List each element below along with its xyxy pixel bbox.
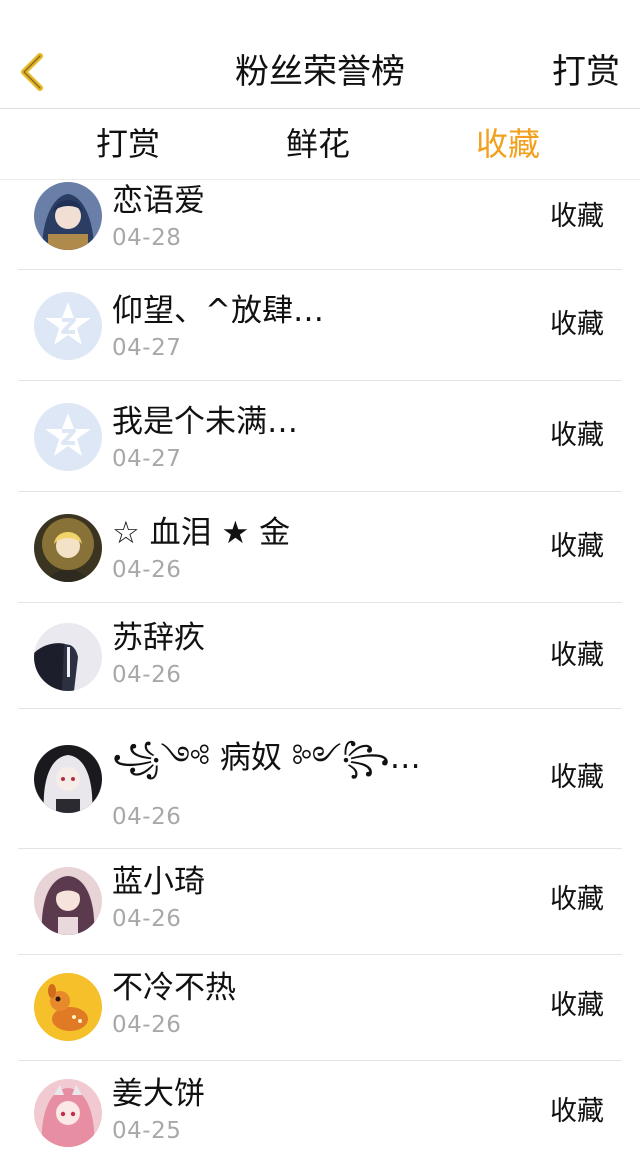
fan-name: 不冷不热 (112, 970, 236, 1006)
tab-bar: 打赏 鲜花 收藏 (0, 109, 640, 180)
collect-label: 收藏 (550, 309, 604, 340)
fan-date: 04-26 (112, 906, 182, 932)
fawn-icon (34, 973, 102, 1041)
fan-date: 04-27 (112, 335, 182, 361)
list-item[interactable]: ☆ 血泪 ★ 金 04-26 收藏 (0, 492, 640, 603)
list-item[interactable]: 不冷不热 04-26 收藏 (0, 955, 640, 1061)
avatar (34, 623, 102, 691)
collect-label: 收藏 (550, 201, 604, 232)
fan-name: ꧁༺ 病奴 ༻꧂… (112, 740, 421, 776)
list-item[interactable]: ꧁༺ 病奴 ༻꧂… 04-26 收藏 (0, 709, 640, 849)
collect-label: 收藏 (550, 1096, 604, 1127)
list-item[interactable]: 姜大饼 04-25 收藏 (0, 1061, 640, 1151)
reward-button[interactable]: 打赏 (552, 50, 620, 94)
list-item[interactable]: 恋语爱 04-28 收藏 (0, 180, 640, 270)
fan-name: 姜大饼 (112, 1076, 205, 1112)
avatar (34, 292, 102, 360)
fan-name: 蓝小琦 (112, 864, 205, 900)
fan-name: 恋语爱 (112, 183, 205, 219)
avatar (34, 973, 102, 1041)
collect-label: 收藏 (550, 990, 604, 1021)
fan-name: 仰望、^放肆… (112, 293, 324, 329)
fan-date: 04-28 (112, 225, 182, 251)
collect-label: 收藏 (550, 420, 604, 451)
tab-collect[interactable]: 收藏 (476, 123, 540, 165)
list-item[interactable]: 仰望、^放肆… 04-27 收藏 (0, 270, 640, 381)
list-item[interactable]: 蓝小琦 04-26 收藏 (0, 849, 640, 955)
fan-date: 04-26 (112, 557, 182, 583)
fan-name: 我是个未满… (112, 404, 298, 440)
collect-label: 收藏 (550, 531, 604, 562)
avatar (34, 403, 102, 471)
fan-date: 04-26 (112, 804, 182, 830)
fan-date: 04-25 (112, 1118, 182, 1144)
collect-label: 收藏 (550, 884, 604, 915)
avatar (34, 745, 102, 813)
collect-label: 收藏 (550, 640, 604, 671)
avatar (34, 1079, 102, 1147)
page-title: 粉丝荣誉榜 (235, 52, 405, 92)
fan-date: 04-27 (112, 446, 182, 472)
fan-date: 04-26 (112, 1012, 182, 1038)
list-item[interactable]: 苏辞疚 04-26 收藏 (0, 603, 640, 709)
fan-date: 04-26 (112, 662, 182, 688)
qq-star-icon (34, 403, 102, 471)
tab-flowers[interactable]: 鲜花 (286, 123, 350, 165)
qq-star-icon (34, 292, 102, 360)
list-item[interactable]: 我是个未满… 04-27 收藏 (0, 381, 640, 492)
collect-label: 收藏 (550, 762, 604, 793)
back-chevron-icon[interactable] (14, 50, 50, 94)
avatar (34, 867, 102, 935)
nav-bar: 粉丝荣誉榜 打赏 (0, 0, 640, 109)
fan-name: ☆ 血泪 ★ 金 (112, 515, 291, 551)
avatar (34, 182, 102, 250)
avatar (34, 514, 102, 582)
fan-name: 苏辞疚 (112, 620, 205, 656)
tab-reward[interactable]: 打赏 (96, 123, 160, 165)
